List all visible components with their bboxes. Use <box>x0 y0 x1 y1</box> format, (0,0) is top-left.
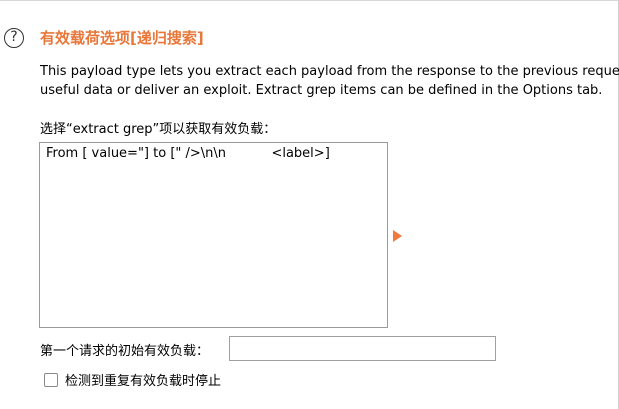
arrow-right-icon[interactable] <box>393 230 402 242</box>
extract-grep-label: 选择“extract grep”项以获取有效负载： <box>40 122 277 137</box>
initial-payload-input[interactable] <box>229 336 496 361</box>
extract-grep-list[interactable]: From [ value="] to [" />\n\n <label>] <box>39 142 388 328</box>
description-line-1: This payload type lets you extract each … <box>40 64 619 79</box>
description-line-2: useful data or deliver an exploit. Extra… <box>40 83 603 98</box>
stop-on-duplicate-checkbox[interactable] <box>44 372 58 387</box>
help-icon[interactable]: ? <box>4 28 24 48</box>
extract-grep-item[interactable]: From [ value="] to [" />\n\n <label>] <box>40 143 387 165</box>
payload-options-panel: ? 有效载荷选项[递归搜索] This payload type lets yo… <box>0 0 619 409</box>
stop-on-duplicate-label: 检测到重复有效负载时停止 <box>65 374 222 389</box>
section-title: 有效载荷选项[递归搜索] <box>40 29 204 47</box>
initial-payload-label: 第一个请求的初始有效负载： <box>40 344 210 359</box>
stop-on-duplicate-option[interactable]: 检测到重复有效负载时停止 <box>44 370 221 389</box>
payload-type-description: This payload type lets you extract each … <box>40 62 619 100</box>
top-divider <box>0 0 619 1</box>
